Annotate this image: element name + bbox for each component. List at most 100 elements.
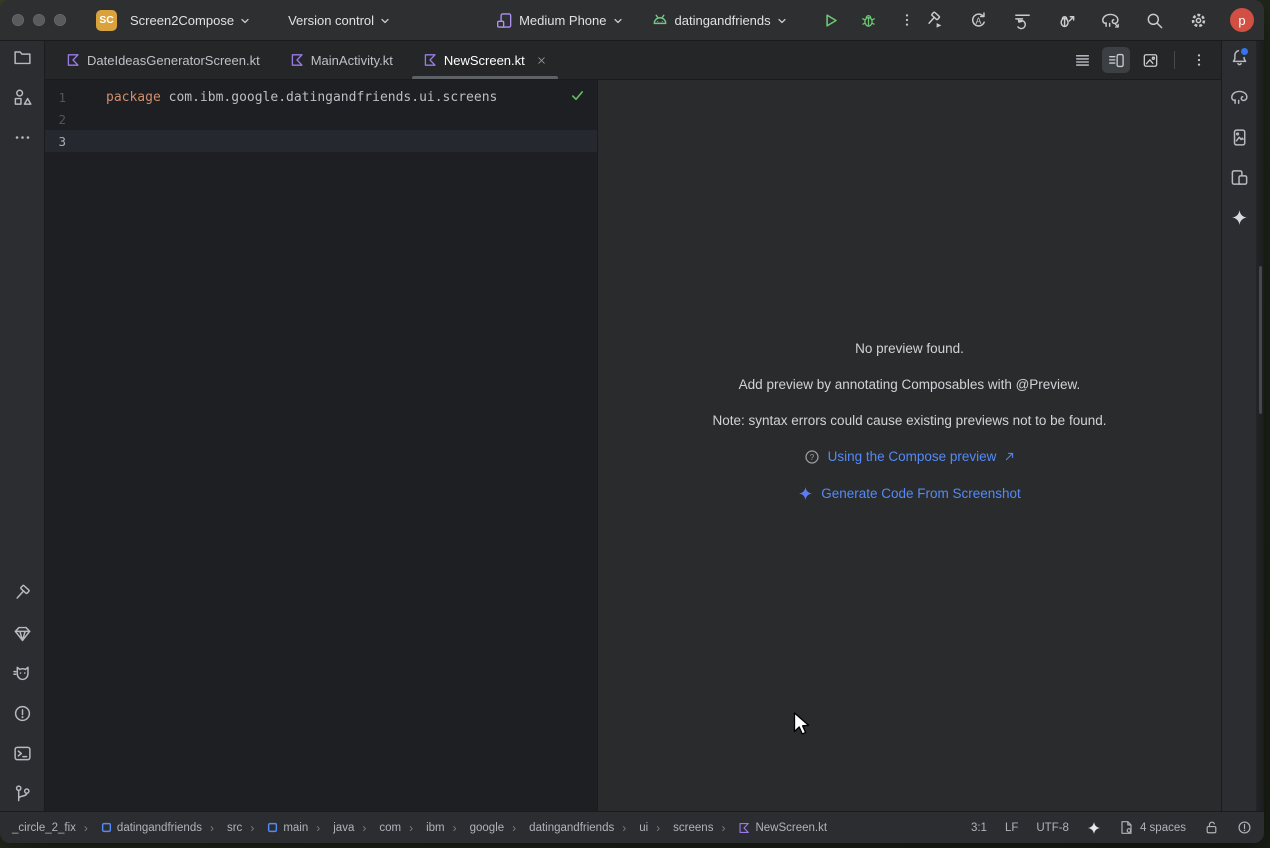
breadcrumb-item[interactable]: main [242, 819, 308, 837]
run-actions [819, 8, 919, 32]
gradle-tool-button[interactable] [1227, 85, 1251, 109]
crumb-label: google [470, 822, 505, 834]
logcat-tool-button[interactable] [10, 661, 34, 685]
scrollbar-thumb[interactable] [1259, 266, 1262, 414]
apply-code-changes-button[interactable] [1010, 8, 1034, 32]
crumb-label: ui [639, 822, 648, 834]
line-number[interactable]: 3 [45, 134, 106, 149]
status-bar: _circle_2_fix datingandfriends src main … [0, 811, 1264, 843]
attach-debugger-button[interactable] [1054, 8, 1078, 32]
readonly-toggle[interactable] [1204, 820, 1219, 835]
design-view-button[interactable] [1136, 47, 1164, 73]
ai-sparkle-icon [1087, 821, 1101, 835]
indent-label: 4 spaces [1140, 822, 1186, 834]
split-view-button[interactable] [1102, 47, 1130, 73]
breadcrumb-item[interactable]: datingandfriends [504, 819, 614, 837]
breadcrumb-item[interactable]: com [354, 819, 401, 837]
run-play-button[interactable] [819, 8, 843, 32]
caret-position-widget[interactable]: 3:1 [971, 822, 987, 834]
version-control-tool-button[interactable] [10, 781, 34, 805]
breadcrumb-item[interactable]: datingandfriends [76, 819, 202, 837]
close-window-button[interactable] [12, 14, 24, 26]
search-everywhere-button[interactable] [1142, 8, 1166, 32]
version-control-label: Version control [288, 13, 374, 28]
breadcrumb-item[interactable]: _circle_2_fix [12, 820, 76, 836]
package-path: com.ibm.google.datingandfriends.ui.scree… [161, 90, 498, 105]
ai-assistant-widget[interactable] [1087, 821, 1101, 835]
editor-options-button[interactable] [1185, 47, 1213, 73]
window-controls [12, 14, 66, 26]
search-icon [1145, 11, 1164, 30]
no-preview-message-block: No preview found. Add preview by annotat… [713, 341, 1107, 501]
project-name: Screen2Compose [130, 13, 234, 28]
svg-text:A: A [975, 16, 981, 26]
generate-code-from-screenshot-link[interactable]: Generate Code From Screenshot [798, 486, 1021, 501]
code-view-icon [1074, 52, 1091, 69]
close-tab-icon[interactable] [536, 55, 547, 66]
project-widget[interactable]: SC Screen2Compose [90, 6, 256, 35]
zoom-window-button[interactable] [54, 14, 66, 26]
code-editor[interactable]: 1 package com.ibm.google.datingandfriend… [45, 80, 597, 811]
build-run-button[interactable] [922, 8, 946, 32]
breadcrumb-item[interactable]: src [202, 819, 242, 837]
compose-preview-help-link[interactable]: ? Using the Compose preview [804, 449, 1016, 465]
breadcrumb-item[interactable]: ibm [401, 819, 445, 837]
title-bar: SC Screen2Compose Version control Medium… [0, 0, 1264, 41]
build-tool-button[interactable] [10, 581, 34, 605]
version-control-widget[interactable]: Version control [282, 9, 396, 32]
device-selector[interactable]: Medium Phone [490, 8, 628, 33]
more-vertical-icon [1191, 52, 1207, 68]
more-run-options-button[interactable] [895, 8, 919, 32]
app-quality-insights-tool-button[interactable] [10, 621, 34, 645]
settings-button[interactable] [1186, 8, 1210, 32]
device-phone-icon [496, 12, 513, 29]
apply-restart-button[interactable]: A [966, 8, 990, 32]
line-number[interactable]: 1 [45, 90, 106, 105]
tab-mainactivity[interactable]: MainActivity.kt [275, 41, 408, 79]
inspections-widget[interactable] [570, 88, 585, 103]
resource-manager-tool-button[interactable] [10, 85, 34, 109]
code-view-button[interactable] [1068, 47, 1096, 73]
line-separator-widget[interactable]: LF [1005, 822, 1018, 834]
run-config-label: datingandfriends [675, 13, 771, 28]
build-run-icon [925, 11, 944, 30]
gemini-tool-button[interactable] [1227, 205, 1251, 229]
breadcrumb-item[interactable]: google [445, 819, 505, 837]
encoding-widget[interactable]: UTF-8 [1036, 822, 1069, 834]
gradle-sync-button[interactable] [1098, 8, 1122, 32]
minimize-window-button[interactable] [33, 14, 45, 26]
module-icon [267, 822, 278, 833]
crumb-label: ibm [426, 822, 445, 834]
kotlin-file-icon [423, 53, 437, 67]
add-preview-hint: Add preview by annotating Composables wi… [739, 377, 1081, 392]
no-problems-check-icon [570, 88, 585, 103]
running-devices-tool-button[interactable] [1227, 125, 1251, 149]
line-number[interactable]: 2 [45, 112, 106, 127]
tab-dateideasgeneratorscreen[interactable]: DateIdeasGeneratorScreen.kt [51, 41, 275, 79]
tab-newscreen[interactable]: NewScreen.kt [408, 41, 562, 79]
kotlin-file-icon [66, 53, 80, 67]
problems-tool-button[interactable] [10, 701, 34, 725]
preview-scrollbar[interactable] [1256, 41, 1264, 811]
crumb-label: datingandfriends [117, 822, 202, 834]
breadcrumb-item[interactable]: NewScreen.kt [713, 819, 827, 837]
help-circle-icon: ? [804, 449, 820, 465]
crumb-label: com [379, 822, 401, 834]
crumb-label: screens [673, 822, 713, 834]
notifications-button[interactable] [1227, 45, 1251, 69]
breadcrumb-item[interactable]: ui [614, 819, 648, 837]
breadcrumb-item[interactable]: java [308, 819, 354, 837]
breadcrumb-item[interactable]: screens [648, 819, 713, 837]
project-tool-button[interactable] [10, 45, 34, 69]
generate-link-label: Generate Code From Screenshot [821, 486, 1021, 501]
run-configuration-selector[interactable]: datingandfriends [645, 7, 793, 33]
editor-view-controls [1068, 41, 1221, 79]
debug-button[interactable] [857, 8, 881, 32]
device-manager-tool-button[interactable] [1227, 165, 1251, 189]
inspection-status-widget[interactable] [1237, 820, 1252, 835]
more-tool-windows-button[interactable] [10, 125, 34, 149]
terminal-tool-button[interactable] [10, 741, 34, 765]
project-folder-icon [13, 48, 32, 67]
user-avatar[interactable]: p [1230, 8, 1254, 32]
indent-widget[interactable]: 4 spaces [1119, 820, 1186, 835]
